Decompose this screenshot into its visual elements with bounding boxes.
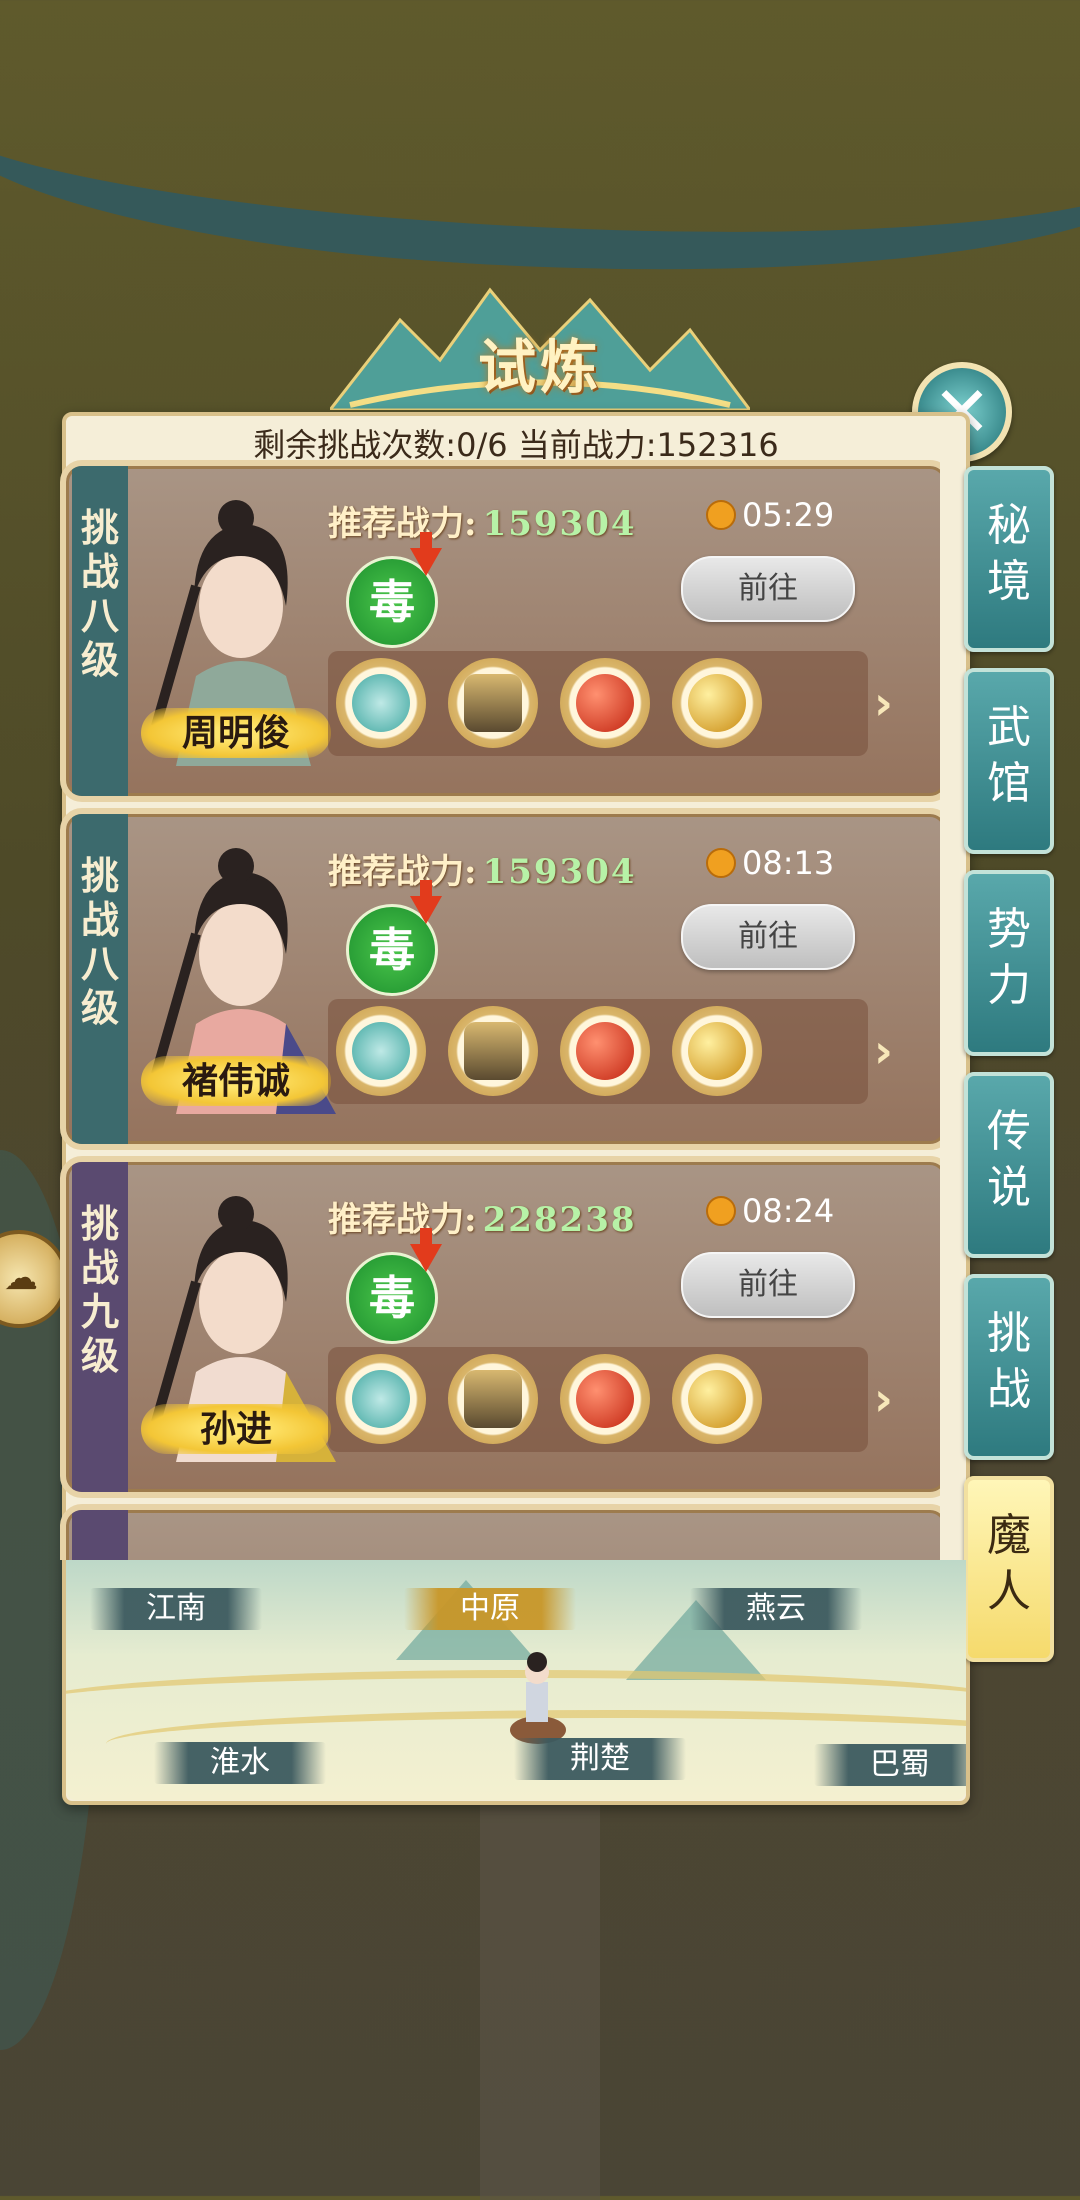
region-jiangnan[interactable]: 江南 (90, 1588, 262, 1630)
character-name: 孙进 (199, 1408, 272, 1450)
timer: 08:13 (706, 844, 834, 882)
tier-label: 挑战八级 (80, 505, 119, 682)
goto-button[interactable]: 前往 (681, 904, 855, 970)
recommended-power-value: 159304 (482, 852, 637, 892)
tab-label: 挑战 (987, 1308, 1031, 1415)
region-zhongyuan[interactable]: 中原 (404, 1588, 576, 1630)
challenge-card[interactable]: 挑战八级 周明俊 推荐战力: 159304 05:29 毒 前往 › (60, 460, 940, 802)
chevron-right-icon[interactable]: › (874, 676, 893, 730)
region-jingchu[interactable]: 荆楚 (514, 1738, 686, 1780)
goto-button[interactable]: 前往 (681, 556, 855, 622)
tab-martial-hall[interactable]: 武馆 (964, 668, 1054, 854)
rock-icon[interactable] (448, 1006, 538, 1096)
recommended-power-value: 159304 (482, 504, 637, 544)
tab-legend[interactable]: 传说 (964, 1072, 1054, 1258)
character-name-tag: 孙进 (141, 1404, 331, 1454)
challenge-card[interactable]: 挑战八级 褚伟诚 推荐战力: 159304 08:13 毒 前往 › (60, 808, 940, 1150)
region-bashu[interactable]: 巴蜀 (814, 1744, 966, 1786)
tier-label: 挑战九级 (80, 1201, 119, 1378)
timer-value: 08:13 (742, 844, 835, 882)
timer: 08:24 (706, 1192, 834, 1230)
clock-icon (706, 848, 736, 878)
rock-icon[interactable] (448, 1354, 538, 1444)
recommended-power: 推荐战力: 228238 (328, 1192, 637, 1241)
down-arrow-icon (410, 880, 442, 924)
gold-orb-icon[interactable] (672, 1006, 762, 1096)
red-orb-icon[interactable] (560, 1354, 650, 1444)
tab-faction[interactable]: 势力 (964, 870, 1054, 1056)
challenge-card-partial[interactable] (60, 1504, 940, 1560)
character-name: 褚伟诚 (181, 1060, 290, 1102)
tab-challenge[interactable]: 挑战 (964, 1274, 1054, 1460)
chevron-right-icon[interactable]: › (874, 1372, 893, 1426)
timer-value: 05:29 (742, 496, 835, 534)
region-huaishui[interactable]: 淮水 (154, 1742, 326, 1784)
clock-icon (706, 1196, 736, 1226)
recommended-power: 推荐战力: 159304 (328, 496, 637, 545)
tab-label: 魔人 (987, 1510, 1031, 1617)
region-map: 江南 中原 燕云 淮水 荆楚 巴蜀 (66, 1560, 966, 1800)
tab-secret-realm[interactable]: 秘境 (964, 466, 1054, 652)
gold-orb-icon[interactable] (672, 1354, 762, 1444)
recommended-power-label: 推荐战力: (328, 504, 477, 544)
timer: 05:29 (706, 496, 834, 534)
down-arrow-icon (410, 532, 442, 576)
rock-icon[interactable] (448, 658, 538, 748)
background-river (0, 0, 1080, 314)
tab-label: 传说 (987, 1106, 1031, 1213)
red-orb-icon[interactable] (560, 658, 650, 748)
chat-icon: ☁ (4, 1258, 38, 1298)
goto-button[interactable]: 前往 (681, 1252, 855, 1318)
player-rider-icon (510, 1652, 566, 1744)
background-road (480, 1800, 600, 2200)
red-orb-icon[interactable] (560, 1006, 650, 1096)
recommended-power-label: 推荐战力: (328, 852, 477, 892)
herb-icon[interactable] (336, 1354, 426, 1444)
recommended-power-value: 228238 (482, 1200, 637, 1240)
tier-ribbon (72, 1510, 128, 1560)
region-yanyun[interactable]: 燕云 (690, 1588, 862, 1630)
page-title: 试炼 (477, 333, 602, 401)
tab-demon[interactable]: 魔人 (964, 1476, 1054, 1662)
herb-icon[interactable] (336, 658, 426, 748)
recommended-power-label: 推荐战力: (328, 1200, 477, 1240)
character-name-tag: 周明俊 (141, 708, 331, 758)
character-name: 周明俊 (181, 712, 290, 754)
character-name-tag: 褚伟诚 (141, 1056, 331, 1106)
tab-label: 势力 (987, 904, 1031, 1011)
chevron-right-icon[interactable]: › (874, 1024, 893, 1078)
challenge-list[interactable]: 挑战八级 周明俊 推荐战力:159304 05:29 毒 前往 › 挑战八级 (60, 460, 940, 1560)
down-arrow-icon (410, 1228, 442, 1272)
recommended-power: 推荐战力: 159304 (328, 844, 637, 893)
tab-label: 秘境 (987, 500, 1031, 607)
herb-icon[interactable] (336, 1006, 426, 1096)
tier-label: 挑战八级 (80, 853, 119, 1030)
timer-value: 08:24 (742, 1192, 835, 1230)
challenge-card[interactable]: 挑战九级 孙进 推荐战力: 228238 08:24 毒 前往 › (60, 1156, 940, 1498)
gold-orb-icon[interactable] (672, 658, 762, 748)
tab-label: 武馆 (987, 702, 1031, 809)
clock-icon (706, 500, 736, 530)
